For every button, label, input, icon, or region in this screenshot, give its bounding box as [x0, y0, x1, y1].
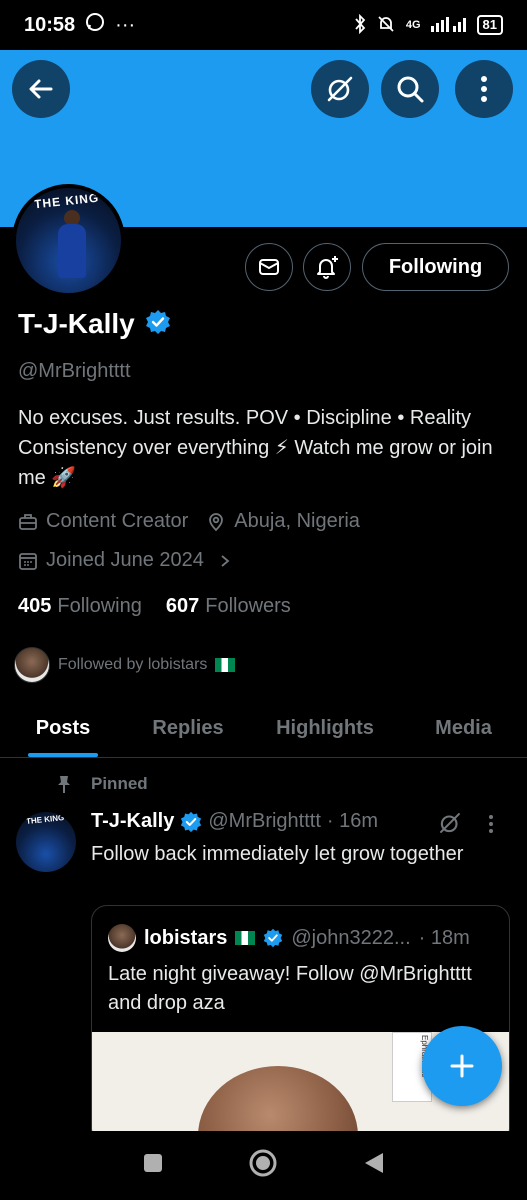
triangle-back-icon [364, 1153, 383, 1173]
briefcase-icon [19, 513, 37, 530]
compose-button[interactable] [422, 1026, 502, 1106]
nigeria-flag-icon [235, 931, 256, 945]
grok-icon [440, 813, 460, 833]
profile-handle: @MrBrightttt [18, 360, 131, 382]
tab-replies[interactable]: Replies [126, 700, 250, 757]
network-type: 4G [405, 19, 421, 31]
pinned-label-row: Pinned [55, 774, 148, 794]
nigeria-flag-icon [215, 658, 236, 672]
profile-meta-row: Content Creator Abuja, Nigeria [18, 510, 370, 533]
post-time: · 16m [326, 810, 379, 832]
post-author-handle[interactable]: @MrBrightttt [208, 810, 321, 833]
avatar-banner-text: THE KING [33, 190, 100, 212]
square-icon [144, 1154, 163, 1172]
recent-apps-button[interactable] [142, 1152, 164, 1179]
following-button[interactable]: Following [362, 243, 509, 291]
follower-avatar [14, 647, 50, 683]
name-row: T-J-Kally [18, 308, 171, 340]
battery-indicator: 81 [476, 15, 503, 35]
location-pin-icon [209, 512, 224, 531]
system-navigation-bar [0, 1131, 527, 1200]
arrow-left-icon [29, 79, 53, 99]
display-name: T-J-Kally [18, 308, 135, 339]
home-button[interactable] [248, 1148, 278, 1183]
followers-count-link[interactable]: 607 Followers [166, 595, 291, 618]
tab-posts[interactable]: Posts [0, 700, 126, 757]
vertical-dots-icon [481, 76, 487, 102]
joined-label: Joined June 2024 [46, 549, 204, 571]
verified-badge-icon [264, 928, 283, 948]
verified-badge-icon[interactable] [145, 309, 171, 340]
quote-author-name: lobistars [144, 926, 228, 949]
followed-by-text: Followed by lobistars [58, 656, 208, 673]
post-author-name[interactable]: T-J-Kally [91, 810, 174, 833]
status-bar: 10:58 ··· 4G 81 [0, 0, 527, 50]
pin-icon [58, 776, 70, 793]
tab-highlights[interactable]: Highlights [250, 700, 400, 757]
pinned-label: Pinned [91, 774, 148, 793]
post-author-avatar[interactable]: THE KING [16, 812, 76, 872]
followers-count: 607 [165, 595, 200, 617]
vertical-dots-icon [489, 815, 493, 833]
plus-icon [450, 1054, 474, 1078]
grok-button[interactable] [311, 60, 369, 118]
grok-icon [327, 76, 353, 102]
more-options-button[interactable] [455, 60, 513, 118]
search-icon [397, 76, 424, 103]
whatsapp-icon [85, 12, 105, 38]
quote-author-handle: @john3222... [291, 926, 411, 949]
following-count-label: Following [57, 595, 142, 617]
verified-badge-icon [181, 811, 202, 832]
status-time: 10:58 [24, 13, 76, 36]
notifications-button[interactable] [303, 243, 351, 291]
search-button[interactable] [381, 60, 439, 118]
post-header: T-J-Kally @MrBrightttt · 16m [91, 810, 378, 833]
quote-text: Late night giveaway! Follow @MrBrightttt… [108, 963, 472, 1014]
profile-tabs: Posts Replies Highlights Media [0, 700, 527, 758]
bluetooth-icon [354, 13, 366, 37]
back-nav-button[interactable] [363, 1151, 385, 1180]
chevron-right-icon [221, 554, 230, 567]
post-avatar-banner-text: THE KING [25, 813, 65, 826]
quote-header: lobistars @john3222... · 18m [108, 924, 470, 952]
location-label: Abuja, Nigeria [234, 510, 360, 532]
tab-media[interactable]: Media [400, 700, 527, 757]
home-circle-icon [249, 1149, 277, 1177]
mute-icon [376, 14, 396, 37]
post-grok-button[interactable] [437, 810, 463, 841]
quote-time: · 18m [418, 926, 470, 949]
calendar-icon [19, 552, 37, 570]
profession-label: Content Creator [46, 510, 189, 532]
envelope-icon [259, 259, 279, 275]
post-text: Follow back immediately let grow togethe… [91, 843, 464, 865]
quoted-post[interactable]: lobistars @john3222... · 18m Late night … [91, 905, 510, 1145]
followers-count-label: Followers [205, 595, 291, 617]
quote-author-avatar [108, 924, 136, 952]
profile-bio: No excuses. Just results. POV • Discipli… [18, 407, 493, 489]
more-notifications-icon: ··· [115, 13, 136, 36]
profile-avatar[interactable]: THE KING [12, 184, 125, 297]
follow-counts: 405 Following 607 Followers [18, 595, 291, 618]
bell-plus-icon [317, 256, 338, 279]
joined-row[interactable]: Joined June 2024 [18, 549, 232, 572]
signal-icon [430, 16, 467, 35]
message-button[interactable] [245, 243, 293, 291]
following-count-link[interactable]: 405 Following [18, 595, 142, 618]
following-count: 405 [18, 595, 52, 617]
followed-by-row[interactable]: Followed by lobistars [14, 647, 236, 683]
post-more-button[interactable] [488, 814, 494, 839]
back-button[interactable] [12, 60, 70, 118]
